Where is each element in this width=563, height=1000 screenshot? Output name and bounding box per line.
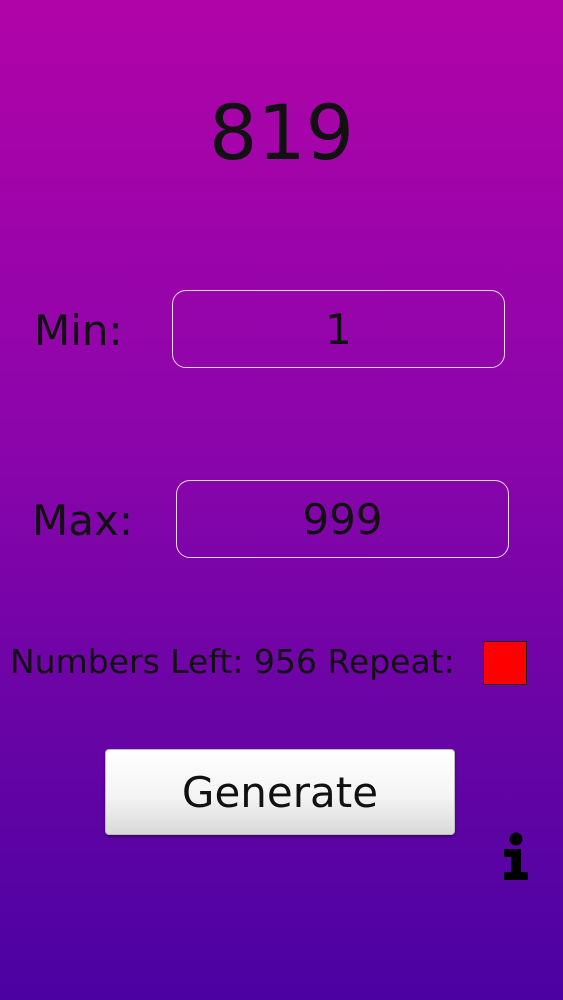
- status-row: Numbers Left: 956 Repeat:: [10, 640, 455, 684]
- generate-button[interactable]: Generate: [105, 749, 455, 835]
- min-label: Min:: [34, 306, 123, 355]
- repeat-label: Repeat:: [327, 642, 455, 681]
- min-input[interactable]: [172, 290, 505, 368]
- generated-number: 819: [208, 88, 355, 177]
- max-input[interactable]: [176, 480, 509, 558]
- app-screen: 819 Min: Max: Numbers Left: 956 Repeat: …: [0, 0, 563, 1000]
- numbers-left-value: 956: [253, 642, 317, 681]
- info-icon-glyph: [504, 832, 528, 880]
- numbers-left-label: Numbers Left:: [10, 642, 244, 681]
- repeat-toggle[interactable]: [483, 641, 527, 685]
- info-icon[interactable]: [500, 832, 532, 882]
- max-label: Max:: [32, 496, 133, 545]
